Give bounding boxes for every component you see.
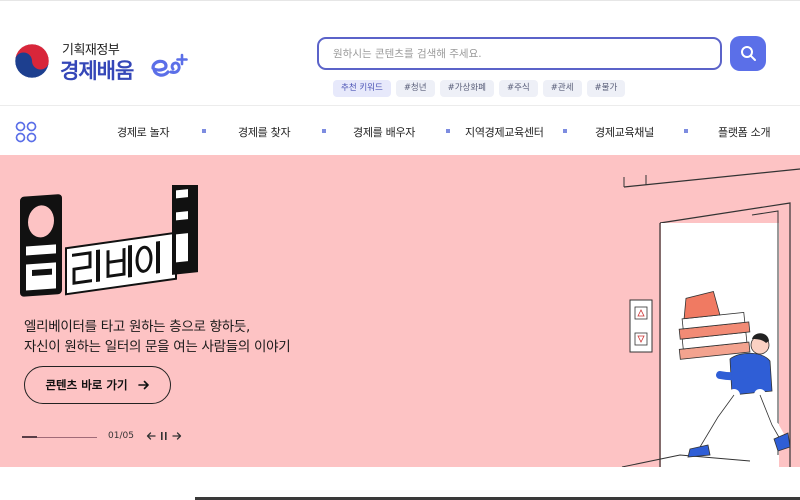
nav-separator <box>446 129 450 133</box>
slide-counter: 01/05 <box>108 431 134 441</box>
slide-progress-fill <box>22 436 37 438</box>
recommended-keywords: 추천 키워드 #청년 #가상화폐 #주식 #관세 #물가 <box>333 80 626 97</box>
search-box <box>317 37 722 70</box>
banner-title-art <box>20 185 198 297</box>
search-button[interactable] <box>730 36 766 71</box>
arrow-left-icon <box>146 432 156 440</box>
arrow-right-icon <box>137 380 149 390</box>
cta-label: 콘텐츠 바로 가기 <box>45 378 128 392</box>
nav-item-play[interactable]: 경제로 놀자 <box>117 124 170 140</box>
banner-description: 엘리베이터를 타고 원하는 층으로 향하듯, 자신이 원하는 일터의 문을 여는… <box>24 317 291 357</box>
nav-separator <box>684 129 688 133</box>
banner-text-line-1: 엘리베이터를 타고 원하는 층으로 향하듯, <box>24 319 250 335</box>
arrow-right-icon <box>172 432 182 440</box>
nav-item-learn[interactable]: 경제를 배우자 <box>353 124 415 140</box>
nav-separator <box>202 129 206 133</box>
government-emblem-icon <box>14 43 50 79</box>
brand-e-plus-icon <box>151 53 188 77</box>
search-input[interactable] <box>333 44 703 64</box>
nav-item-find[interactable]: 경제를 찾자 <box>238 124 291 140</box>
slide-progress-track <box>22 436 97 438</box>
banner-text-line-2: 자신이 원하는 일터의 문을 여는 사람들의 이야기 <box>24 339 291 355</box>
next-slide-button[interactable] <box>171 429 183 443</box>
nav-item-channel[interactable]: 경제교육채널 <box>595 124 654 140</box>
brand-name: 경제배움 <box>60 59 134 83</box>
keyword-tag[interactable]: #청년 <box>395 80 435 97</box>
keyword-tag[interactable]: #주식 <box>498 80 538 97</box>
go-to-content-button[interactable]: 콘텐츠 바로 가기 <box>24 366 171 404</box>
keyword-tag[interactable]: #가상화폐 <box>439 80 494 97</box>
pause-slide-button[interactable] <box>158 429 170 443</box>
pause-icon <box>161 432 167 440</box>
keywords-label: 추천 키워드 <box>333 80 391 97</box>
keyword-tag[interactable]: #물가 <box>586 80 626 97</box>
keyword-tag[interactable]: #관세 <box>542 80 582 97</box>
footer-strip <box>0 467 800 500</box>
nav-item-about[interactable]: 플랫폼 소개 <box>718 124 771 140</box>
page: 기획재정부 경제배움 추천 키워드 #청년 #가상화폐 #주식 #관세 #물가 <box>0 0 800 500</box>
search-icon <box>740 46 756 61</box>
prev-slide-button[interactable] <box>145 429 157 443</box>
all-menu-icon[interactable] <box>15 121 37 143</box>
nav-item-regional-center[interactable]: 지역경제교육센터 <box>465 124 544 140</box>
header: 기획재정부 경제배움 추천 키워드 #청년 #가상화폐 #주식 #관세 #물가 <box>0 0 800 105</box>
nav-separator <box>563 129 567 133</box>
hero-banner: 엘리베이터를 타고 원하는 층으로 향하듯, 자신이 원하는 일터의 문을 여는… <box>0 155 800 467</box>
main-nav: 경제로 놀자 경제를 찾자 경제를 배우자 지역경제교육센터 경제교육채널 플랫… <box>0 105 800 155</box>
nav-separator <box>322 129 326 133</box>
elevator-illustration <box>621 168 800 467</box>
site-logo[interactable]: 기획재정부 경제배움 <box>14 39 214 87</box>
